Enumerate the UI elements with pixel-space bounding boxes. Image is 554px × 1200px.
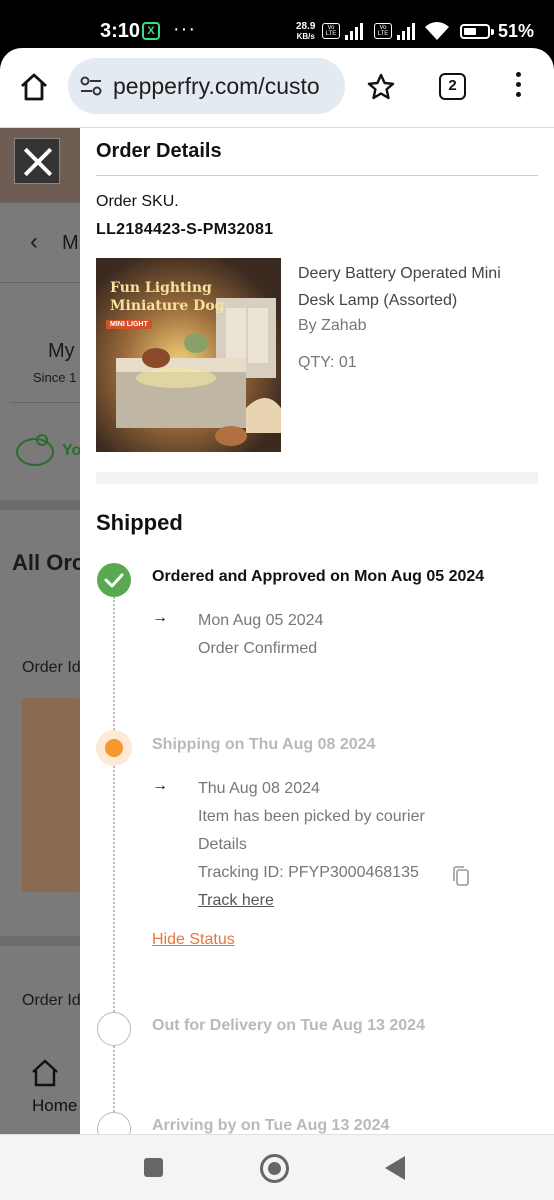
background-page-overlay[interactable]: ‹ M My Since 1 Yo All Orc Order Id Order… xyxy=(0,128,80,1134)
home-button-icon[interactable] xyxy=(260,1154,289,1183)
bg-back-label: M xyxy=(62,232,79,254)
product-image-text-1: Fun Lighting xyxy=(110,280,212,296)
step-shipping-details: Details xyxy=(198,836,247,853)
tracking-id: Tracking ID: PFYP3000468135 xyxy=(198,864,419,881)
product-image-badge: MINI LIGHT xyxy=(106,320,152,329)
step-shipping-title: Shipping on Thu Aug 08 2024 xyxy=(152,736,376,753)
piggy-bank-icon xyxy=(16,434,54,466)
step-pending-icon xyxy=(97,1012,131,1046)
timeline-connector-1 xyxy=(113,597,115,730)
volte-icon-2: Vo LTE xyxy=(374,23,392,39)
sku-label: Order SKU. xyxy=(96,193,179,210)
close-icon[interactable] xyxy=(14,138,60,184)
signal-icon-2 xyxy=(397,22,415,40)
checkmark-icon xyxy=(104,573,124,588)
tab-switcher-button[interactable]: 2 xyxy=(439,73,466,100)
step-ordered-title: Ordered and Approved on Mon Aug 05 2024 xyxy=(152,568,485,585)
step-ordered-desc: Order Confirmed xyxy=(198,640,318,657)
step-pending-icon xyxy=(97,1112,131,1134)
product-image[interactable]: Fun Lighting Miniature Dog MINI LIGHT xyxy=(96,258,281,452)
sku-value: LL2184423-S-PM32081 xyxy=(96,221,274,238)
product-image-text-2: Miniature Dog xyxy=(110,298,225,314)
network-speed-value: 28.9 xyxy=(296,21,316,32)
bottom-home-icon xyxy=(32,1059,58,1087)
x-app-icon: X xyxy=(142,22,160,40)
order-status-heading: Shipped xyxy=(96,510,183,535)
battery-percent: 51% xyxy=(498,21,535,41)
order-details-panel: Order Details Order SKU. LL2184423-S-PM3… xyxy=(80,128,554,1134)
volte-icon-1: Vo LTE xyxy=(322,23,340,39)
battery-icon xyxy=(460,24,490,39)
panel-title: Order Details xyxy=(96,140,222,162)
step-ordered-date: Mon Aug 05 2024 xyxy=(198,612,324,629)
section-divider xyxy=(96,472,538,484)
step-out-for-delivery-title: Out for Delivery on Tue Aug 13 2024 xyxy=(152,1017,425,1034)
product-brand: By Zahab xyxy=(298,317,367,334)
bg-my-label: My xyxy=(48,340,75,362)
bookmark-star-icon[interactable] xyxy=(366,72,396,102)
network-speed-unit: KB/s xyxy=(296,32,315,41)
step-shipping-desc: Item has been picked by courier xyxy=(198,808,425,825)
url-text[interactable]: pepperfry.com/custo xyxy=(113,73,320,100)
bg-order-id-1: Order Id xyxy=(22,659,80,676)
recents-icon[interactable] xyxy=(144,1158,163,1177)
product-name[interactable]: Deery Battery Operated Mini Desk Lamp (A… xyxy=(298,260,538,314)
bg-order-id-2: Order Id xyxy=(22,992,80,1009)
address-bar[interactable]: pepperfry.com/custo xyxy=(68,58,345,114)
hide-status-link[interactable]: Hide Status xyxy=(152,931,235,949)
bg-wallet-label: Yo xyxy=(62,442,80,459)
bottom-home-label: Home xyxy=(32,1096,78,1115)
back-icon[interactable] xyxy=(385,1156,405,1180)
track-here-link[interactable]: Track here xyxy=(198,892,274,910)
step-current-icon xyxy=(105,739,123,757)
step-arriving-title: Arriving by on Tue Aug 13 2024 xyxy=(152,1117,390,1134)
timeline-connector-3 xyxy=(113,1046,115,1112)
battery-tip xyxy=(491,29,494,35)
network-speed: 28.9 KB/s xyxy=(296,22,315,42)
arrow-icon: → xyxy=(152,777,168,794)
product-quantity: QTY: 01 xyxy=(298,354,357,371)
step-completed-icon xyxy=(97,563,131,597)
divider xyxy=(96,175,538,176)
home-icon[interactable] xyxy=(18,71,50,103)
step-shipping-date: Thu Aug 08 2024 xyxy=(198,780,320,797)
copy-icon[interactable] xyxy=(452,865,470,887)
browser-toolbar: pepperfry.com/custo 2 xyxy=(0,48,554,128)
browser-menu-icon[interactable] xyxy=(515,72,523,102)
signal-icon-1 xyxy=(345,22,363,40)
arrow-icon: → xyxy=(152,609,168,626)
site-settings-icon[interactable] xyxy=(80,76,102,96)
bg-all-orders: All Orc xyxy=(12,550,80,575)
status-time: 3:10 xyxy=(100,20,141,42)
bg-order-thumbnail xyxy=(22,698,80,892)
wifi-icon xyxy=(425,22,449,40)
bg-since-label: Since 1 xyxy=(33,370,77,385)
system-navigation-bar xyxy=(0,1134,554,1200)
more-notifications-icon: ··· xyxy=(173,18,196,40)
timeline-connector-2 xyxy=(113,766,115,1012)
